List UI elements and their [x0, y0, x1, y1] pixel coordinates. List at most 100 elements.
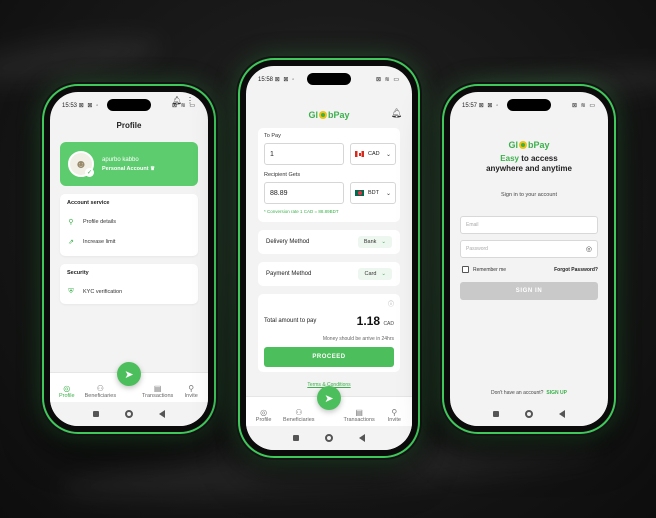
recipient-input[interactable]: 88.89	[264, 182, 344, 204]
logo: Gl bPay	[508, 140, 550, 150]
user-icon: ⚲	[68, 219, 74, 226]
canada-flag-icon	[355, 151, 364, 157]
chevron-down-icon: ⌄	[385, 151, 391, 158]
status-time: 15:58	[258, 76, 274, 83]
back-icon[interactable]	[159, 410, 165, 418]
recents-icon[interactable]	[493, 411, 499, 417]
send-screen: 15:58 ⊠ ⊠ ◦ ⊠ ≋ ▭ Gl bPay 🔔︎ To Pay 1 CAD…	[246, 66, 412, 450]
to-pay-label: To Pay	[264, 133, 281, 139]
account-type: Personal Account ♛	[102, 165, 156, 172]
info-icon[interactable]: ⓘ	[388, 299, 394, 308]
send-button[interactable]: ➤	[117, 362, 141, 386]
tab-profile[interactable]: ◎ Profile	[247, 408, 281, 423]
delivery-method-select[interactable]: Bank ⌄	[357, 236, 392, 248]
section-title: Account service	[67, 200, 110, 206]
bell-icon[interactable]: 🔔︎	[391, 108, 402, 119]
eye-off-icon[interactable]: ◎	[586, 245, 592, 253]
bell-icon[interactable]: 🔔︎	[172, 96, 186, 105]
tab-beneficiaries[interactable]: ⚇ Beneficiaries	[84, 384, 118, 399]
recents-icon[interactable]	[293, 435, 299, 441]
crown-icon: ♛	[150, 165, 156, 172]
recipient-currency-select[interactable]: BDT ⌄	[350, 182, 396, 204]
signin-button[interactable]: SIGN IN	[460, 282, 598, 300]
proceed-button[interactable]: PROCEED	[264, 347, 394, 367]
arrival-note: Money should be arrive in 24hrs	[322, 336, 394, 342]
receipt-icon: ▤	[355, 408, 363, 417]
status-icons-left: ⊠ ⊠ ◦	[78, 102, 100, 109]
back-icon[interactable]	[359, 434, 365, 442]
system-nav	[450, 402, 608, 426]
verified-badge-icon: ✓	[85, 168, 94, 177]
conversion-note: * Conversion rate 1 CAD = 88.89BDT	[264, 209, 339, 214]
menu-item-increase-limit[interactable]: ⇗ Increase limit	[67, 232, 191, 252]
recents-icon[interactable]	[93, 411, 99, 417]
status-bar: 15:57 ⊠ ⊠ ◦ ⊠ ≋ ▭	[462, 102, 596, 109]
security-section: Security ⛨ KYC verification	[60, 264, 198, 304]
signup-link[interactable]: SIGN UP	[546, 390, 567, 396]
remember-me[interactable]: Remember me	[462, 266, 506, 273]
users-icon: ⚇	[96, 384, 104, 393]
users-icon: ⚇	[295, 408, 303, 417]
total-currency: CAD	[383, 321, 394, 327]
forgot-password-link[interactable]: Forgot Password?	[554, 267, 598, 273]
phone-send: 15:58 ⊠ ⊠ ◦ ⊠ ≋ ▭ Gl bPay 🔔︎ To Pay 1 CAD…	[240, 60, 418, 456]
signin-screen: 15:57 ⊠ ⊠ ◦ ⊠ ≋ ▭ Gl bPay Easy to access …	[450, 92, 608, 426]
email-field[interactable]: Email	[460, 216, 598, 234]
to-pay-input[interactable]: 1	[264, 143, 344, 165]
delivery-method-row[interactable]: Delivery Method Bank ⌄	[258, 230, 400, 254]
to-pay-currency-select[interactable]: CAD ⌄	[350, 143, 396, 165]
header-actions: 🔔︎⋮	[172, 96, 198, 105]
payment-method-select[interactable]: Card ⌄	[358, 268, 392, 280]
chevron-down-icon: ⌄	[385, 190, 391, 197]
user-plus-icon: ⚲	[391, 408, 398, 417]
tab-beneficiaries[interactable]: ⚇ Beneficiaries	[282, 408, 316, 423]
recipient-label: Recipient Gets	[264, 172, 301, 178]
receipt-icon: ▤	[153, 384, 162, 393]
user-plus-icon: ⚲	[188, 384, 195, 393]
total-card: ⓘ Total amount to pay 1.18 CAD Money sho…	[258, 294, 400, 372]
status-time: 15:53	[62, 102, 78, 109]
total-label: Total amount to pay	[264, 318, 317, 324]
password-field[interactable]: Password ◎	[460, 240, 598, 258]
user-icon: ◎	[63, 384, 71, 393]
tab-transactions[interactable]: ▤ Transactions	[141, 384, 175, 399]
account-service-section: Account service ⚲ Profile details ⇗ Increa…	[60, 194, 198, 256]
signup-row: Don't have an account? SIGN UP	[491, 390, 567, 396]
more-vertical-icon[interactable]: ⋮	[186, 96, 198, 105]
send-button[interactable]: ➤	[317, 386, 341, 410]
chart-up-icon: ⇗	[68, 239, 74, 246]
profile-card[interactable]: ☻ ✓ apurbo kabbo Personal Account ♛	[60, 142, 198, 186]
status-time: 15:57	[462, 102, 478, 109]
tagline: Easy to access anywhere and anytime	[486, 154, 572, 173]
send-icon: ➤	[124, 368, 134, 381]
section-title: Security	[67, 270, 89, 276]
avatar[interactable]: ☻ ✓	[68, 151, 94, 177]
user-name: apurbo kabbo	[102, 156, 139, 163]
chevron-down-icon: ⌄	[381, 239, 386, 245]
tab-transactions[interactable]: ▤ Transactions	[342, 408, 376, 423]
user-icon: ◎	[260, 408, 268, 417]
profile-screen: 15:53 ⊠ ⊠ ◦ ⊠ ≋ ▭ Profile 🔔︎⋮ ☻ ✓ apurbo…	[50, 92, 208, 426]
chevron-down-icon: ⌄	[381, 271, 386, 277]
status-bar: 15:58 ⊠ ⊠ ◦ ⊠ ≋ ▭	[258, 76, 400, 83]
home-icon[interactable]	[525, 410, 533, 418]
remember-checkbox[interactable]	[462, 266, 469, 273]
tab-invite[interactable]: ⚲ Invite	[174, 384, 208, 399]
tab-invite[interactable]: ⚲ Invite	[377, 408, 411, 423]
signin-subtitle: Sign in to your account	[501, 192, 557, 198]
system-nav	[50, 402, 208, 426]
shield-icon: ⛨	[68, 288, 74, 295]
menu-item-kyc[interactable]: ⛨ KYC verification	[67, 282, 191, 302]
system-nav	[246, 426, 412, 450]
phone-signin: 15:57 ⊠ ⊠ ◦ ⊠ ≋ ▭ Gl bPay Easy to access …	[444, 86, 614, 432]
phone-profile: 15:53 ⊠ ⊠ ◦ ⊠ ≋ ▭ Profile 🔔︎⋮ ☻ ✓ apurbo…	[44, 86, 214, 432]
menu-item-profile-details[interactable]: ⚲ Profile details	[67, 212, 191, 232]
back-icon[interactable]	[559, 410, 565, 418]
send-icon: ➤	[324, 392, 334, 405]
payment-method-row[interactable]: Payment Method Card ⌄	[258, 262, 400, 286]
logo: Gl bPay	[308, 110, 350, 120]
tab-profile[interactable]: ◎ Profile	[50, 384, 84, 399]
home-icon[interactable]	[325, 434, 333, 442]
home-icon[interactable]	[125, 410, 133, 418]
exchange-card: To Pay 1 CAD ⌄ Recipient Gets 88.89 BDT ⌄ …	[258, 128, 400, 222]
